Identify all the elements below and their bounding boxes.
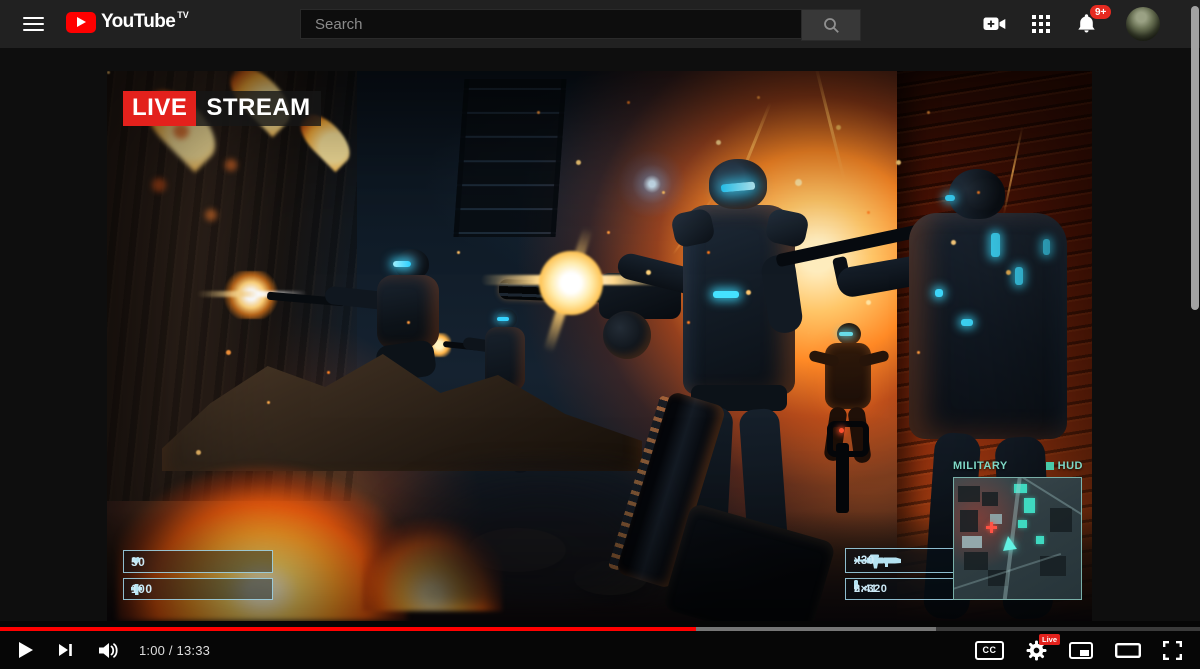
brand-text: YouTube — [101, 11, 175, 33]
health-value: 50 — [131, 555, 154, 569]
minimap-title: MILITARY — [953, 460, 1008, 472]
apps-grid-icon[interactable] — [1032, 15, 1050, 33]
volume-button[interactable] — [97, 642, 119, 659]
next-icon — [58, 642, 73, 658]
play-icon — [18, 641, 34, 659]
brand-tv-superscript: TV — [177, 10, 189, 20]
hud-armor-bar: 100 — [123, 578, 273, 600]
player-control-bar: 1:00 / 13:33 CC Live — [0, 621, 1200, 669]
minimap-mode-icon — [1046, 462, 1054, 470]
minimap-mode: HUD — [1058, 460, 1083, 472]
search-input[interactable] — [300, 9, 801, 39]
youtube-tv-logo[interactable]: YouTube TV — [66, 11, 189, 33]
settings-button[interactable]: Live — [1026, 640, 1047, 661]
time-display: 1:00 / 13:33 — [139, 643, 210, 658]
fullscreen-button[interactable] — [1163, 641, 1182, 660]
notification-count-badge: 9+ — [1090, 5, 1111, 19]
subtitles-button[interactable]: CC — [975, 641, 1004, 660]
hud-ammo-reserve: 2×320 6.41 — [845, 578, 955, 600]
hud-health-bar: ♥ 50 — [123, 550, 273, 573]
search-bar — [300, 9, 861, 41]
armor-value: 100 — [131, 582, 154, 596]
miniplayer-icon — [1069, 642, 1093, 659]
stream-label: STREAM — [196, 91, 320, 126]
live-stream-badge: LIVE STREAM — [123, 91, 321, 126]
play-button[interactable] — [18, 641, 34, 659]
theater-mode-button[interactable] — [1115, 643, 1141, 658]
next-button[interactable] — [58, 642, 73, 658]
minimap — [953, 477, 1082, 600]
menu-icon[interactable] — [23, 17, 44, 31]
hud-ammo-weapon: x30 — [845, 548, 955, 573]
scrollbar-thumb[interactable] — [1191, 6, 1199, 310]
live-label: LIVE — [123, 91, 196, 126]
search-button[interactable] — [801, 9, 861, 41]
minimap-player-arrow — [1001, 535, 1017, 551]
live-quality-badge: Live — [1039, 634, 1060, 645]
theater-icon — [1115, 643, 1141, 658]
volume-icon — [97, 642, 119, 659]
user-avatar[interactable] — [1126, 7, 1160, 41]
miniplayer-button[interactable] — [1069, 642, 1093, 659]
create-video-icon[interactable] — [983, 14, 1006, 34]
search-icon — [823, 17, 840, 34]
video-player[interactable]: LIVE STREAM ♥ 50 100 x30 2×320 6.41 MILI… — [107, 71, 1092, 621]
minimap-objective-marker — [986, 522, 997, 533]
minimap-header: MILITARY HUD — [953, 460, 1083, 472]
fullscreen-icon — [1163, 641, 1182, 660]
top-app-bar: YouTube TV 9+ — [0, 0, 1200, 48]
ammo-magazine: x30 — [854, 555, 875, 567]
ammo-time: 6.41 — [854, 583, 877, 595]
youtube-play-icon — [66, 12, 96, 33]
